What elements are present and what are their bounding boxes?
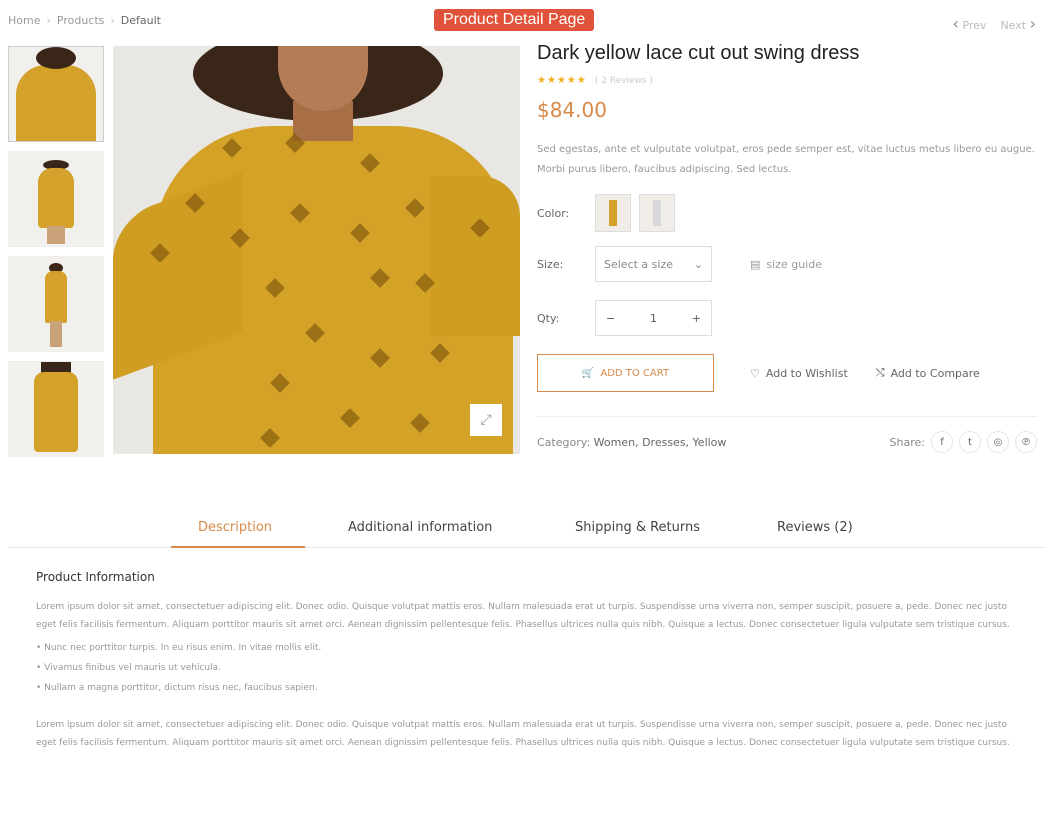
tab-shipping-returns[interactable]: Shipping & Returns <box>575 520 700 535</box>
list-item: • Nunc nec porttitor turpis. In eu risus… <box>36 643 322 653</box>
thumbnail-2[interactable] <box>8 151 104 247</box>
qty-increase-button[interactable]: + <box>692 312 701 325</box>
pinterest-icon[interactable]: ℗ <box>1015 431 1037 453</box>
thumbnail-list <box>8 46 104 466</box>
thumbnail-4[interactable] <box>8 361 104 457</box>
list-item: • Nullam a magna porttitor, dictum risus… <box>36 683 318 693</box>
facebook-icon[interactable]: f <box>931 431 953 453</box>
expand-icon[interactable]: ⤢ <box>470 404 502 436</box>
twitter-icon[interactable]: t <box>959 431 981 453</box>
breadcrumb-separator: › <box>110 14 115 27</box>
qty-value[interactable]: 1 <box>650 312 657 325</box>
breadcrumb: Home › Products › Default <box>8 14 161 27</box>
color-swatch-yellow[interactable] <box>595 194 631 232</box>
list-item: • Vivamus finibus vel mauris ut vehicula… <box>36 663 221 673</box>
product-info: Dark yellow lace cut out swing dress ★★★… <box>537 42 1037 453</box>
qty-label: Qty: <box>537 311 560 325</box>
add-to-cart-button[interactable]: 🛒 ADD TO CART <box>537 354 714 392</box>
product-rating: ★★★★★ ( 2 Reviews ) <box>537 75 1037 86</box>
color-row: Color: <box>537 194 1037 232</box>
category-links[interactable]: Women, Dresses, Yellow <box>594 436 727 449</box>
feature-list: • Nunc nec porttitor turpis. In eu risus… <box>36 638 1026 698</box>
instagram-icon[interactable]: ◎ <box>987 431 1009 453</box>
breadcrumb-current: Default <box>120 14 161 27</box>
quantity-stepper[interactable]: − 1 + <box>595 300 712 336</box>
size-guide-link[interactable]: ▤ size guide <box>750 258 822 271</box>
main-product-image[interactable]: ⤢ <box>113 46 520 454</box>
share-label: Share: <box>889 435 925 449</box>
breadcrumb-home[interactable]: Home <box>8 14 40 27</box>
heart-icon: ♡ <box>750 366 760 380</box>
active-tab-indicator <box>171 546 305 548</box>
share-links: Share: f t ◎ ℗ <box>890 431 1037 453</box>
product-pager: ‹ Prev Next › <box>953 14 1036 33</box>
size-label: Size: <box>537 257 564 271</box>
size-select[interactable]: Select a size ⌄ <box>595 246 712 282</box>
chevron-right-icon: › <box>1029 14 1036 33</box>
add-to-wishlist-button[interactable]: ♡ Add to Wishlist <box>750 367 848 380</box>
cart-icon: 🛒 <box>581 367 595 379</box>
product-title: Dark yellow lace cut out swing dress <box>537 42 860 64</box>
content-heading: Product Information <box>36 570 155 584</box>
product-tabs: Description Additional information Shipp… <box>8 506 1044 548</box>
breadcrumb-products[interactable]: Products <box>57 14 105 27</box>
tab-additional-information[interactable]: Additional information <box>348 520 492 535</box>
chevron-left-icon: ‹ <box>952 14 959 33</box>
color-label: Color: <box>537 206 570 220</box>
chevron-down-icon: ⌄ <box>693 257 703 271</box>
ruler-icon: ▤ <box>750 257 761 271</box>
next-link[interactable]: Next › <box>1000 14 1036 33</box>
qty-row: Qty: − 1 + <box>537 300 1037 336</box>
tab-reviews[interactable]: Reviews (2) <box>777 520 853 535</box>
content-paragraph-2: Lorem ipsum dolor sit amet, consectetuer… <box>36 720 1010 748</box>
color-swatch-white[interactable] <box>639 194 675 232</box>
product-meta: Category: Women, Dresses, Yellow Share: … <box>537 431 1037 453</box>
reviews-link[interactable]: ( 2 Reviews ) <box>595 76 653 86</box>
prev-link[interactable]: ‹ Prev <box>953 14 987 33</box>
size-row: Size: Select a size ⌄ ▤ size guide <box>537 246 1037 282</box>
star-rating-icon: ★★★★★ <box>537 75 587 86</box>
qty-decrease-button[interactable]: − <box>606 312 615 325</box>
add-to-compare-button[interactable]: ⤭ Add to Compare <box>876 366 980 380</box>
breadcrumb-separator: › <box>46 14 51 27</box>
tab-content-description: Product Information Lorem ipsum dolor si… <box>36 570 1026 752</box>
divider <box>537 416 1037 417</box>
content-paragraph-1: Lorem ipsum dolor sit amet, consectetuer… <box>36 602 1010 630</box>
product-price: $84.00 <box>537 98 607 122</box>
product-short-description: Sed egestas, ante et vulputate volutpat,… <box>537 144 1035 175</box>
thumbnail-3[interactable] <box>8 256 104 352</box>
actions-row: 🛒 ADD TO CART ♡ Add to Wishlist ⤭ Add to… <box>537 354 1037 392</box>
page-title-badge: Product Detail Page <box>434 9 595 31</box>
tab-description[interactable]: Description <box>198 520 272 535</box>
thumbnail-1[interactable] <box>8 46 104 142</box>
category-info: Category: Women, Dresses, Yellow <box>537 435 727 449</box>
compare-icon: ⤭ <box>875 366 885 379</box>
